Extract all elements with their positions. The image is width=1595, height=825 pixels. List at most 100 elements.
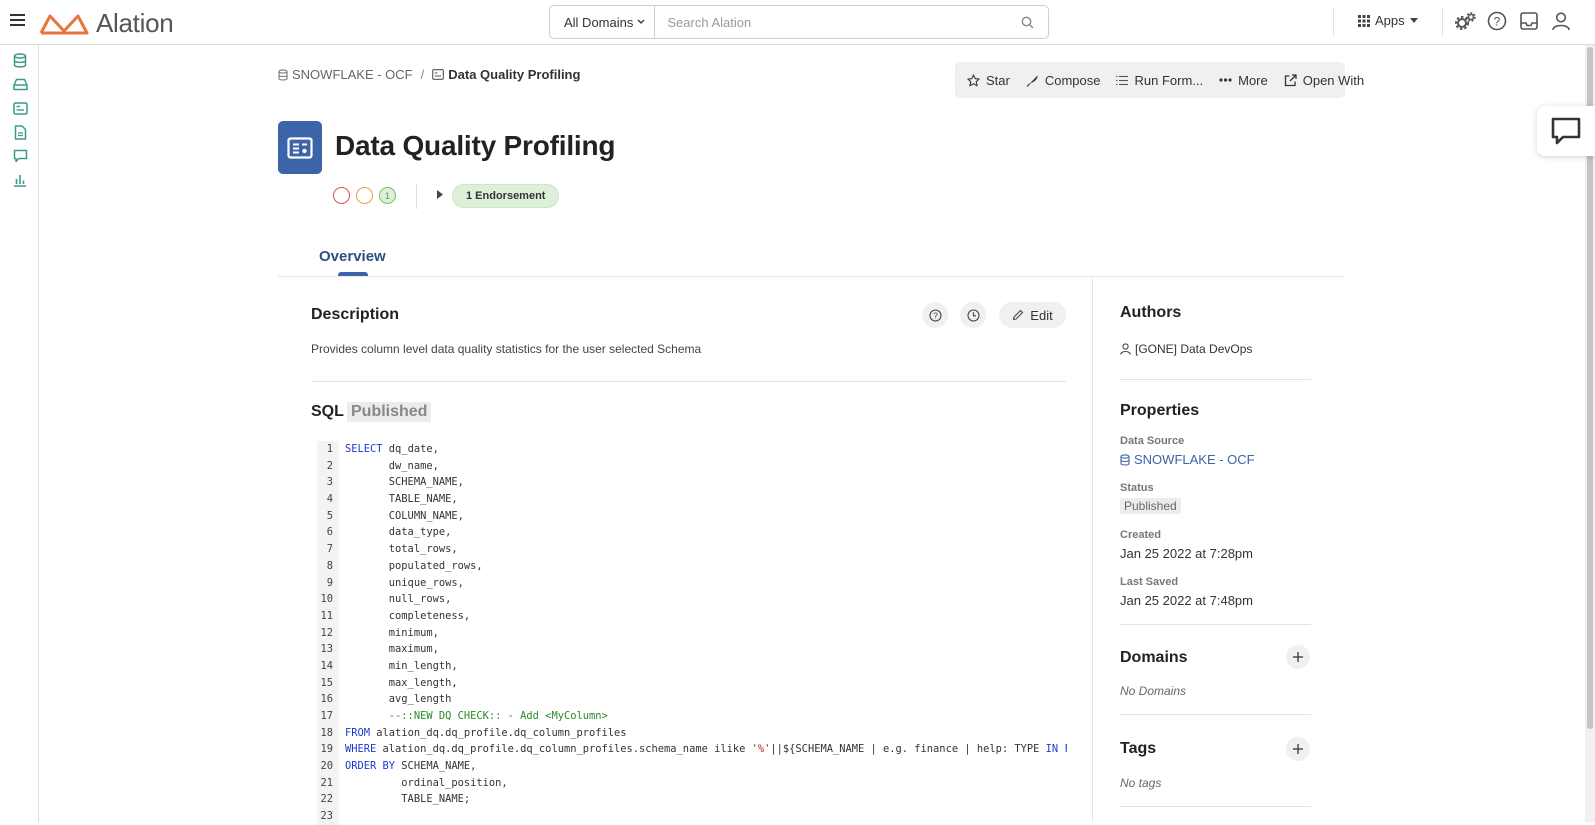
line-number: 1 bbox=[317, 441, 339, 458]
domains-empty-text: No Domains bbox=[1120, 684, 1187, 698]
line-number: 20 bbox=[317, 758, 339, 775]
line-number: 2 bbox=[317, 457, 339, 475]
inbox-icon[interactable] bbox=[1519, 11, 1539, 31]
code-token: avg_length bbox=[345, 693, 452, 706]
code-text: SCHEMA_NAME, bbox=[339, 474, 464, 491]
compose-button[interactable]: Compose bbox=[1026, 72, 1101, 88]
chat-button[interactable] bbox=[1537, 106, 1595, 156]
code-token: SELECT bbox=[345, 443, 383, 455]
sidebar-divider bbox=[1120, 806, 1311, 807]
run-form-label: Run Form... bbox=[1134, 72, 1204, 88]
search-icon[interactable] bbox=[1021, 16, 1034, 29]
open-with-button[interactable]: Open With bbox=[1284, 73, 1364, 88]
code-token: min_length, bbox=[345, 659, 458, 672]
sidebar-divider bbox=[1120, 379, 1311, 380]
sql-code-viewer[interactable]: 1 SELECT dq_date, 2 dw_name, 3 SCHEMA_NAME,… bbox=[317, 441, 1067, 825]
endorsement-flag-icon[interactable]: 1 bbox=[379, 187, 396, 204]
help-icon: ? bbox=[928, 308, 942, 322]
code-line: 18 FROM alation_dq.dq_profile.dq_column_p… bbox=[317, 724, 1067, 742]
breadcrumb: SNOWFLAKE - OCF / Data Quality Profiling bbox=[278, 67, 580, 82]
column-divider bbox=[1092, 277, 1093, 822]
code-token: max_length, bbox=[345, 676, 458, 689]
gears-icon[interactable] bbox=[1455, 11, 1477, 31]
query-icon[interactable] bbox=[10, 98, 30, 118]
hamburger-menu-icon[interactable] bbox=[9, 12, 27, 28]
description-history-button[interactable] bbox=[960, 302, 986, 328]
star-button[interactable]: Star bbox=[967, 73, 1010, 88]
ellipsis-icon bbox=[1219, 78, 1232, 82]
logo-text: Alation bbox=[96, 8, 174, 38]
code-token: FROM bbox=[345, 726, 371, 739]
storage-drive-icon[interactable] bbox=[10, 74, 30, 94]
description-text: Provides column level data quality stati… bbox=[311, 342, 702, 356]
endorsement-count: 1 bbox=[384, 190, 390, 201]
sidebar-divider bbox=[1120, 714, 1311, 715]
run-form-button[interactable]: Run Form... bbox=[1116, 73, 1203, 88]
description-help-button[interactable]: ? bbox=[922, 302, 948, 328]
bar-chart-icon[interactable] bbox=[10, 170, 30, 190]
svg-text:?: ? bbox=[933, 310, 938, 320]
status-badge: Published bbox=[1120, 498, 1181, 514]
code-text: min_length, bbox=[339, 658, 458, 675]
breadcrumb-current[interactable]: Data Quality Profiling bbox=[432, 67, 580, 82]
domains-dropdown[interactable]: All Domains bbox=[550, 6, 656, 38]
search-input[interactable] bbox=[655, 6, 1021, 38]
alation-logo[interactable]: Alation bbox=[38, 8, 174, 39]
pencil-icon bbox=[1013, 309, 1024, 321]
line-number: 14 bbox=[317, 657, 339, 675]
code-text: --::NEW DQ CHECK:: - Add <MyColumn> bbox=[339, 708, 608, 725]
document-icon[interactable] bbox=[10, 122, 30, 142]
code-line: 4 TABLE_NAME, bbox=[317, 491, 1067, 508]
data-source-value: SNOWFLAKE - OCF bbox=[1134, 452, 1255, 467]
tags-empty-text: No tags bbox=[1120, 776, 1162, 790]
code-text: minimum, bbox=[339, 625, 439, 642]
more-button[interactable]: More bbox=[1219, 73, 1268, 88]
user-profile-icon[interactable] bbox=[1551, 11, 1571, 31]
code-text: ordinal_position, bbox=[339, 775, 508, 792]
code-token: SCHEMA_NAME, bbox=[395, 760, 477, 773]
alation-logo-icon bbox=[39, 14, 89, 34]
code-token: null_rows, bbox=[345, 593, 452, 606]
page-scrollbar[interactable] bbox=[1585, 45, 1595, 822]
authors-title: Authors bbox=[1120, 304, 1182, 321]
action-bar: Star Compose Run Form... More Open With bbox=[955, 62, 1364, 98]
code-text: avg_length bbox=[339, 691, 452, 708]
code-token: ordinal_position, bbox=[345, 776, 508, 789]
compose-label: Compose bbox=[1044, 72, 1101, 88]
endorsement-badge[interactable]: 1 Endorsement bbox=[452, 184, 560, 208]
breadcrumb-source-link[interactable]: SNOWFLAKE - OCF bbox=[278, 67, 413, 82]
tab-overview[interactable]: Overview bbox=[319, 248, 386, 265]
add-domain-button[interactable] bbox=[1286, 645, 1310, 669]
deprecation-flag-icon[interactable] bbox=[333, 187, 350, 204]
code-text: COLUMN_NAME, bbox=[339, 508, 464, 525]
database-icon[interactable] bbox=[10, 50, 30, 70]
code-token: ORDER BY bbox=[345, 760, 396, 773]
query-object-icon bbox=[278, 121, 322, 174]
conversation-icon[interactable] bbox=[10, 146, 30, 166]
line-number: 12 bbox=[317, 624, 339, 642]
line-number: 11 bbox=[317, 607, 339, 625]
code-line: 6 data_type, bbox=[317, 524, 1067, 542]
apps-menu[interactable]: Apps bbox=[1358, 13, 1418, 28]
code-token: completeness, bbox=[345, 609, 471, 622]
properties-title: Properties bbox=[1120, 402, 1200, 419]
author-link[interactable]: [GONE] Data DevOps bbox=[1120, 342, 1252, 356]
warning-flag-icon[interactable] bbox=[356, 187, 373, 204]
help-icon[interactable]: ? bbox=[1487, 11, 1507, 31]
domains-title: Domains bbox=[1120, 649, 1188, 666]
code-token: COLUMN_NAME, bbox=[345, 509, 464, 522]
add-tag-button[interactable] bbox=[1286, 737, 1310, 761]
code-line: 13 maximum, bbox=[317, 641, 1067, 658]
code-line: 8 populated_rows, bbox=[317, 557, 1067, 575]
code-token: --::NEW DQ CHECK:: - Add <MyColumn> bbox=[345, 710, 608, 722]
status-label: Status bbox=[1120, 482, 1154, 494]
caret-right-icon[interactable] bbox=[437, 190, 443, 199]
apps-label: Apps bbox=[1375, 13, 1405, 28]
chevron-down-icon bbox=[637, 19, 645, 24]
code-token: TABLE_NAME, bbox=[345, 493, 458, 506]
created-label: Created bbox=[1120, 529, 1161, 541]
code-text: null_rows, bbox=[339, 591, 452, 608]
edit-description-button[interactable]: Edit bbox=[999, 302, 1066, 328]
data-source-link[interactable]: SNOWFLAKE - OCF bbox=[1120, 452, 1255, 467]
code-text: SELECT dq_date, bbox=[339, 441, 439, 458]
